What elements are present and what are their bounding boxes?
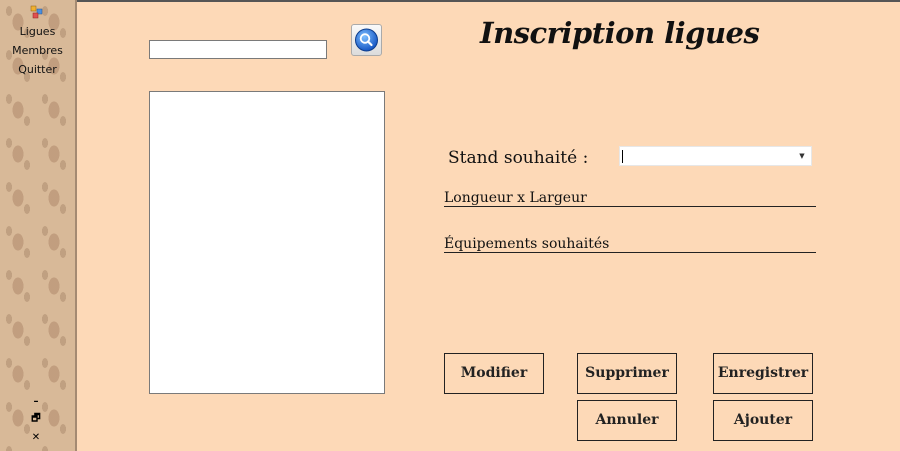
restore-icon[interactable]: 🗗 [30, 413, 42, 425]
equipment-label: Équipements souhaités [444, 236, 816, 253]
enregistrer-button[interactable]: Enregistrer [713, 353, 813, 394]
chevron-down-icon[interactable]: ▼ [794, 148, 810, 164]
ajouter-button[interactable]: Ajouter [713, 400, 813, 441]
page-title: Inscription ligues [480, 16, 760, 50]
close-icon[interactable]: ✕ [30, 432, 42, 444]
stand-label: Stand souhaité : [448, 148, 589, 168]
magnifier-icon [355, 28, 378, 52]
dimensions-label: Longueur x Largeur [444, 190, 816, 207]
minimize-icon[interactable]: – [30, 396, 42, 408]
modifier-button[interactable]: Modifier [444, 353, 544, 394]
sidebar: Ligues Membres Quitter – 🗗 ✕ [0, 0, 77, 451]
text-caret [622, 150, 623, 163]
search-button[interactable] [351, 24, 382, 56]
menu-icon [30, 5, 43, 19]
menu-item-quitter[interactable]: Quitter [0, 63, 75, 76]
search-input[interactable] [149, 40, 327, 59]
supprimer-button[interactable]: Supprimer [577, 353, 677, 394]
annuler-button[interactable]: Annuler [577, 400, 677, 441]
menu-item-ligues[interactable]: Ligues [0, 25, 75, 38]
menu-item-membres[interactable]: Membres [0, 44, 75, 57]
top-border [77, 0, 900, 2]
ligues-listbox[interactable] [149, 91, 385, 394]
stand-select[interactable]: ▼ [619, 146, 812, 166]
